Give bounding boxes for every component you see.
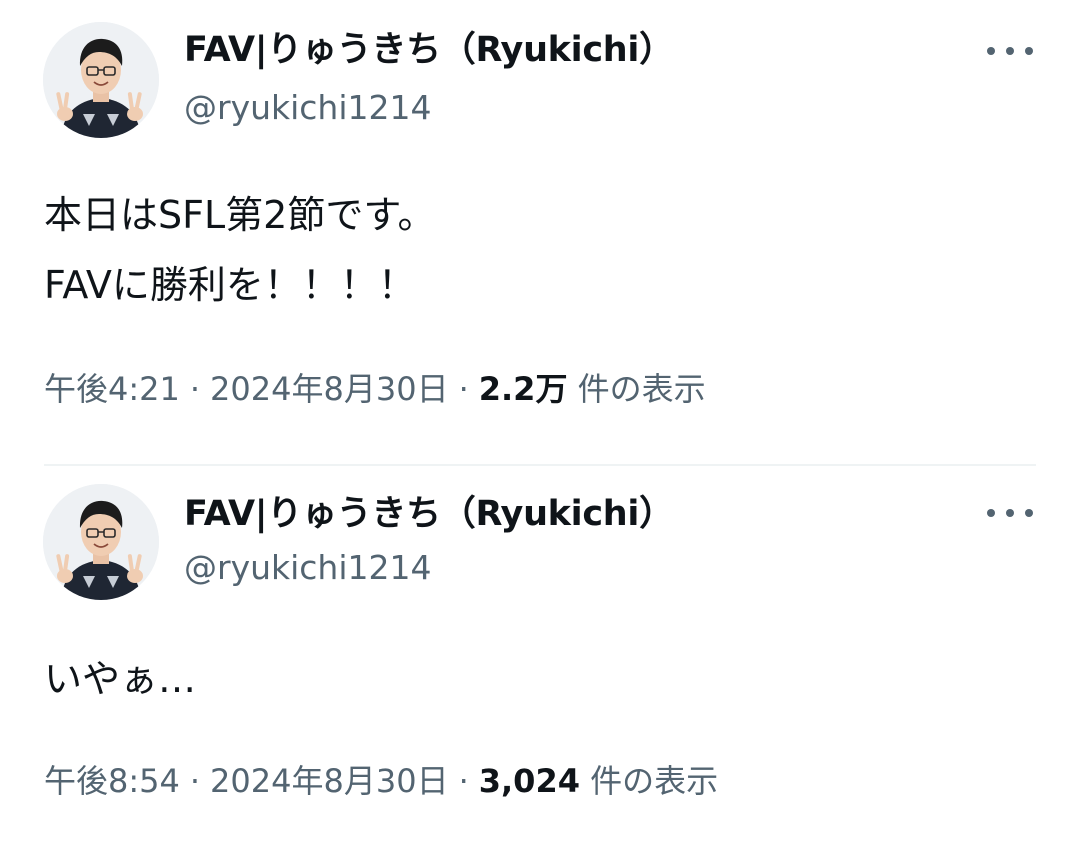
meta-separator: · xyxy=(458,762,469,800)
tweet-text: いやぁ… xyxy=(44,657,197,701)
meta-separator: · xyxy=(189,370,201,408)
author-name[interactable]: FAV|りゅうきち（Ryukichi） xyxy=(184,28,674,72)
tweet-date[interactable]: 2024年8月30日 xyxy=(210,370,449,408)
avatar-image xyxy=(43,484,159,600)
tweet-time[interactable]: 午後8:54 xyxy=(44,762,180,800)
tweet[interactable]: FAV|りゅうきち（Ryukichi） @ryukichi1214 いやぁ… 午… xyxy=(0,466,1080,843)
tweet-date[interactable]: 2024年8月30日 xyxy=(210,762,449,800)
views-count[interactable]: 2.2万 xyxy=(479,370,568,408)
author-handle[interactable]: @ryukichi1214 xyxy=(184,86,432,130)
tweet[interactable]: FAV|りゅうきち（Ryukichi） @ryukichi1214 本日はSFL… xyxy=(0,0,1080,466)
more-options-button[interactable] xyxy=(985,36,1035,66)
more-horizontal-icon xyxy=(1006,47,1014,55)
views-label[interactable]: 件の表示 xyxy=(578,370,706,408)
tweet-meta: 午後8:54 · 2024年8月30日 · 3,024 件の表示 xyxy=(44,759,718,803)
avatar-image xyxy=(43,22,159,138)
more-horizontal-icon xyxy=(1025,509,1033,517)
views-label[interactable]: 件の表示 xyxy=(590,762,718,800)
author-name[interactable]: FAV|りゅうきち（Ryukichi） xyxy=(184,492,674,536)
more-horizontal-icon xyxy=(1006,509,1014,517)
meta-separator: · xyxy=(458,370,469,408)
views-count[interactable]: 3,024 xyxy=(479,762,580,800)
more-options-button[interactable] xyxy=(985,498,1035,528)
more-horizontal-icon xyxy=(987,47,995,55)
tweet-meta: 午後4:21 · 2024年8月30日 · 2.2万 件の表示 xyxy=(44,367,706,411)
meta-separator: · xyxy=(189,762,201,800)
more-horizontal-icon xyxy=(987,509,995,517)
more-horizontal-icon xyxy=(1025,47,1033,55)
tweet-time[interactable]: 午後4:21 xyxy=(44,370,180,408)
tweet-text: 本日はSFL第2節です。 FAVに勝利を！！！！ xyxy=(44,193,436,307)
avatar[interactable] xyxy=(43,484,159,600)
avatar[interactable] xyxy=(43,22,159,138)
author-handle[interactable]: @ryukichi1214 xyxy=(184,546,432,590)
